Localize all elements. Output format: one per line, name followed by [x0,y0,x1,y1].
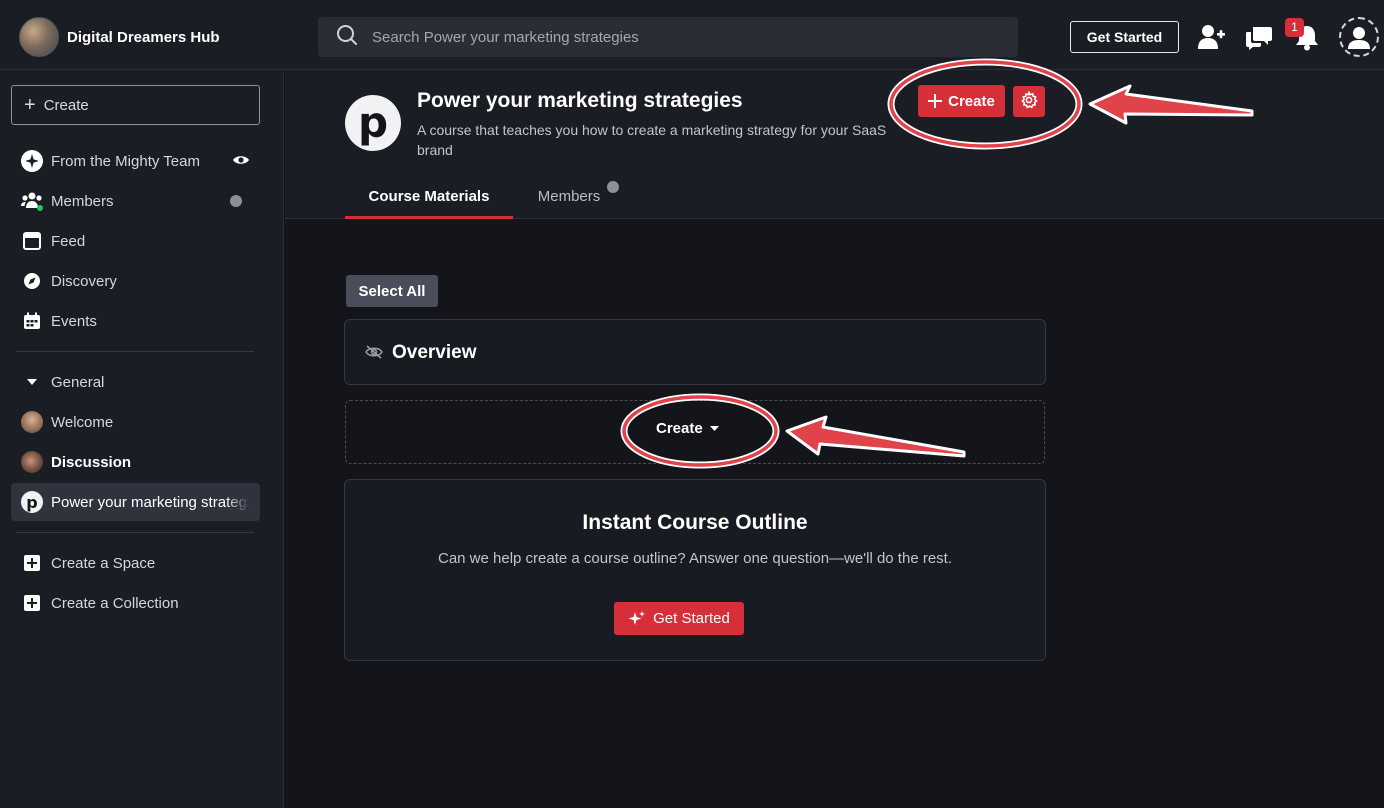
get-started-button[interactable]: Get Started [1070,21,1179,53]
course-header: p Power your marketing strategies A cour… [285,70,1384,219]
sidebar-item-label: Events [51,312,97,330]
plus-icon: + [24,94,36,116]
sidebar-item-discussion[interactable]: Discussion [11,444,260,480]
user-avatar-icon[interactable] [1339,17,1379,57]
outline-description: Can we help create a course outline? Ans… [438,550,952,567]
create-dropdown-button[interactable]: Create [656,420,719,437]
sidebar-section-general[interactable]: General [11,364,260,400]
plus-square-icon [21,592,43,614]
notification-badge: 1 [1285,18,1304,37]
create-button-label: Create [948,92,995,110]
sidebar: + Create From the Mighty Team Members Fe… [0,70,284,808]
sidebar-section-label: General [51,373,105,391]
sidebar-item-members[interactable]: Members [11,183,260,219]
sidebar-item-power-marketing[interactable]: p Power your marketing strategies [11,483,260,521]
search-icon [336,24,358,51]
sidebar-item-label: Discussion [51,453,132,471]
overview-section[interactable]: Overview [344,319,1046,385]
sidebar-divider [16,351,254,352]
sidebar-create-collection[interactable]: Create a Collection [11,585,260,621]
brand-name: Digital Dreamers Hub [67,28,220,46]
sidebar-item-welcome[interactable]: Welcome [11,404,260,440]
sidebar-item-label: Members [51,192,114,210]
plus-square-icon [21,552,43,574]
gear-icon [1020,90,1038,112]
add-person-icon[interactable] [1196,22,1226,52]
create-button[interactable]: Create [918,85,1005,117]
discussion-avatar [21,451,43,473]
tab-members[interactable]: Members [521,180,617,219]
course-description: A course that teaches you how to create … [417,122,887,158]
sidebar-item-discovery[interactable]: Discovery [11,263,260,299]
settings-button[interactable] [1013,86,1045,117]
welcome-avatar [21,411,43,433]
course-logo: p [345,95,401,151]
sidebar-item-label: Discovery [51,272,117,290]
outline-button-label: Get Started [653,610,730,627]
compass-icon [21,270,43,292]
sidebar-item-label: Power your marketing strategies [51,493,249,511]
top-bar: Digital Dreamers Hub Get Started 1 [0,0,1384,70]
sidebar-item-label: Create a Collection [51,594,179,612]
calendar-icon [21,310,43,332]
course-logo-icon: p [21,491,43,513]
eye-off-icon[interactable] [365,345,383,364]
create-dropdown-label: Create [656,420,703,437]
outline-title: Instant Course Outline [582,511,808,534]
sidebar-create-button[interactable]: + Create [11,85,260,125]
status-dot [230,195,242,207]
sidebar-divider [16,532,254,533]
chat-icon[interactable] [1244,22,1274,52]
members-tab-dot [607,181,619,193]
search-bar[interactable] [318,17,1018,57]
sidebar-item-label: Feed [51,232,86,250]
sidebar-item-label: Create a Space [51,554,156,572]
sidebar-item-label: From the Mighty Team [51,152,200,170]
people-icon [21,190,43,212]
sidebar-item-from-mighty-team[interactable]: From the Mighty Team [11,143,260,179]
caret-down-icon [709,425,719,431]
instant-outline-card: Instant Course Outline Can we help creat… [344,479,1046,661]
sidebar-create-space[interactable]: Create a Space [11,545,260,581]
overview-title: Overview [392,342,477,363]
eye-icon[interactable] [232,153,250,170]
brand-avatar [19,17,59,57]
sparkle-icon [628,610,646,625]
page-title: Power your marketing strategies [417,89,743,112]
plus-icon [928,94,943,108]
tab-course-materials[interactable]: Course Materials [345,180,513,219]
sidebar-item-feed[interactable]: Feed [11,223,260,259]
caret-down-icon [21,371,43,393]
sidebar-item-events[interactable]: Events [11,303,260,339]
sidebar-item-label: Welcome [51,413,114,431]
feed-icon [21,230,43,252]
search-input[interactable] [372,28,972,46]
sparkle-icon [21,150,43,172]
outline-get-started-button[interactable]: Get Started [614,602,744,635]
sidebar-create-label: Create [43,96,89,114]
brand[interactable]: Digital Dreamers Hub [19,17,220,57]
select-all-button[interactable]: Select All [346,275,438,307]
create-dropzone: Create [345,400,1045,464]
